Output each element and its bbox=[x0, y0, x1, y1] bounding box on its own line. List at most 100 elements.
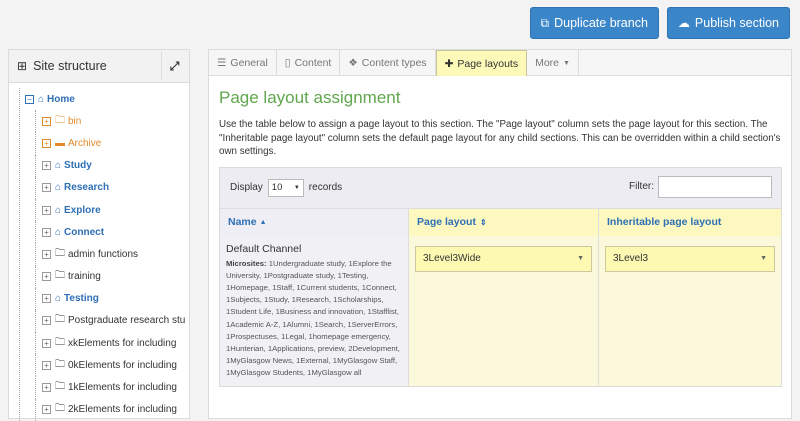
tab-content[interactable]: ▯ Content bbox=[277, 50, 341, 76]
site-tree: − ⌂ Home + 🗀 bin + ▬ Archive + ⌂ Study + ⌂ Research… bbox=[9, 83, 189, 421]
section-tabs: ☰ General ▯ Content ❖ Content types ✚ Pa… bbox=[209, 50, 791, 76]
tree-item[interactable]: + 🗀 training bbox=[9, 265, 189, 288]
tree-item-label: xkElements for including bbox=[68, 337, 177, 349]
folder-icon: 🗀 bbox=[55, 403, 65, 415]
layout-table: Display 10 ▼ records Filter: Name ▲ Page… bbox=[219, 166, 782, 387]
expand-toggle-icon[interactable]: + bbox=[42, 360, 51, 370]
publish-section-label: Publish section bbox=[694, 16, 779, 30]
expand-toggle-icon[interactable]: + bbox=[42, 183, 51, 193]
tab-more[interactable]: More ▼ bbox=[527, 50, 579, 76]
sliders-icon: ☰ bbox=[217, 57, 227, 69]
folder-icon: 🗀 bbox=[55, 114, 65, 126]
tab-page-layouts[interactable]: ✚ Page layouts bbox=[435, 50, 528, 76]
expand-toggle-icon[interactable]: + bbox=[42, 227, 51, 237]
tree-item[interactable]: + ⌂ Research bbox=[9, 176, 189, 199]
tab-label: General bbox=[230, 57, 268, 69]
expand-toggle-icon[interactable]: + bbox=[42, 316, 51, 326]
tree-item[interactable]: + 🗀 Postgraduate research stu bbox=[9, 309, 189, 333]
duplicate-branch-button[interactable]: ⧉ Duplicate branch bbox=[529, 7, 659, 39]
tree-item[interactable]: + 🗀 xkElements for including bbox=[9, 332, 189, 355]
tree-item[interactable]: + 🗀 bin bbox=[9, 110, 189, 133]
tab-general[interactable]: ☰ General bbox=[209, 50, 277, 76]
tree-item[interactable]: + ⌂ Connect bbox=[9, 221, 189, 244]
sort-icon: ⇕ bbox=[479, 217, 487, 227]
home-icon: ⌂ bbox=[55, 204, 62, 216]
inheritable-layout-cell: 3Level3 ▼ bbox=[599, 235, 781, 386]
tree-item-label: 0kElements for including bbox=[68, 359, 177, 371]
tree-item-label: 2kElements for including bbox=[68, 404, 177, 416]
tree-item[interactable]: + 🗀 0kElements for including bbox=[9, 354, 189, 377]
records-per-page-select[interactable]: 10 ▼ bbox=[267, 178, 304, 197]
folder-icon: 🗀 bbox=[55, 336, 65, 348]
expand-icon[interactable]: ⤢ bbox=[161, 52, 187, 80]
tree-item[interactable]: + ⌂ Study bbox=[9, 154, 189, 177]
name-cell: Default Channel Microsites: 1Undergradua… bbox=[220, 235, 409, 386]
tree-item[interactable]: + ⌂ Testing bbox=[9, 287, 189, 310]
tab-label: Content bbox=[294, 57, 332, 69]
records-label: records bbox=[308, 182, 343, 193]
main-panel: ☰ General ▯ Content ❖ Content types ✚ Pa… bbox=[208, 49, 792, 419]
page-layout-cell: 3Level3Wide ▼ bbox=[409, 235, 599, 386]
tab-label: More bbox=[535, 57, 560, 69]
expand-toggle-icon[interactable]: + bbox=[42, 249, 51, 259]
expand-toggle-icon[interactable]: + bbox=[42, 116, 51, 126]
expand-toggle-icon[interactable]: + bbox=[42, 405, 51, 415]
tree-item[interactable]: + ⌂ Explore bbox=[9, 198, 189, 222]
copy-icon: ⧉ bbox=[540, 15, 550, 30]
tree-item[interactable]: + ▬ Archive bbox=[9, 132, 189, 155]
caret-down-icon: ▼ bbox=[577, 255, 584, 262]
home-icon: ⌂ bbox=[38, 93, 45, 105]
tree-item-label: Testing bbox=[64, 293, 99, 305]
filter-input[interactable] bbox=[658, 175, 772, 198]
top-actions: ⧉ Duplicate branch ☁ Publish section bbox=[529, 7, 790, 39]
table-controls: Display 10 ▼ records Filter: bbox=[220, 167, 781, 208]
home-icon: ⌂ bbox=[55, 182, 62, 194]
folder-icon: 🗀 bbox=[55, 358, 65, 370]
archive-icon: ▬ bbox=[55, 137, 65, 149]
column-header-page-layout[interactable]: Page layout ⇕ bbox=[409, 208, 599, 236]
home-icon: ⌂ bbox=[55, 160, 62, 172]
expand-toggle-icon[interactable]: + bbox=[42, 338, 51, 348]
tree-item-label: Home bbox=[47, 93, 75, 105]
duplicate-branch-label: Duplicate branch bbox=[554, 16, 648, 30]
tree-item[interactable]: + 🗀 2kElements for including bbox=[9, 398, 189, 421]
home-icon: ⌂ bbox=[55, 226, 62, 238]
table-header: Name ▲ Page layout ⇕ Inheritable page la… bbox=[220, 207, 781, 236]
tab-content-types[interactable]: ❖ Content types bbox=[340, 50, 436, 76]
expand-toggle-icon[interactable]: + bbox=[42, 205, 51, 215]
collapse-toggle-icon[interactable]: − bbox=[25, 94, 34, 104]
column-label: Inheritable page layout bbox=[607, 216, 722, 228]
tree-item[interactable]: + 🗀 admin functions bbox=[9, 243, 189, 266]
tree-item[interactable]: + 🗀 1kElements for including bbox=[9, 376, 189, 399]
publish-section-button[interactable]: ☁ Publish section bbox=[666, 7, 790, 39]
column-header-name[interactable]: Name ▲ bbox=[220, 208, 409, 236]
expand-toggle-icon[interactable]: + bbox=[42, 161, 51, 171]
folder-icon: 🗀 bbox=[55, 381, 65, 393]
expand-toggle-icon[interactable]: + bbox=[42, 138, 51, 148]
filter-label: Filter: bbox=[629, 181, 654, 192]
inheritable-layout-select[interactable]: 3Level3 ▼ bbox=[605, 245, 775, 272]
filter-group: Filter: bbox=[629, 175, 772, 198]
tree-item-label: Connect bbox=[64, 226, 105, 238]
tree-item-label: bin bbox=[68, 115, 82, 127]
expand-toggle-icon[interactable]: + bbox=[42, 272, 51, 282]
tab-label: Page layouts bbox=[457, 57, 519, 70]
channel-name: Default Channel bbox=[226, 242, 302, 255]
page-layout-select[interactable]: 3Level3Wide ▼ bbox=[415, 245, 592, 272]
tree-item-home[interactable]: − ⌂ Home bbox=[9, 88, 189, 110]
column-label: Name bbox=[228, 216, 257, 228]
tree-item-label: Archive bbox=[68, 137, 102, 149]
folder-icon: 🗀 bbox=[55, 247, 65, 259]
sort-asc-icon: ▲ bbox=[259, 218, 267, 226]
page-title: Page layout assignment bbox=[219, 88, 401, 107]
expand-toggle-icon[interactable]: + bbox=[42, 294, 51, 304]
tree-item-label: training bbox=[68, 271, 101, 283]
tab-label: Content types bbox=[361, 57, 427, 69]
column-header-inheritable-layout[interactable]: Inheritable page layout bbox=[599, 208, 781, 236]
microsites-value: 1Undergraduate study, 1Explore the Unive… bbox=[226, 258, 400, 378]
table-row: Default Channel Microsites: 1Undergradua… bbox=[220, 235, 781, 386]
site-structure-title: Site structure bbox=[33, 59, 107, 73]
tree-item-label: Explore bbox=[64, 204, 101, 216]
home-icon: ⌂ bbox=[55, 293, 62, 305]
expand-toggle-icon[interactable]: + bbox=[42, 383, 51, 393]
